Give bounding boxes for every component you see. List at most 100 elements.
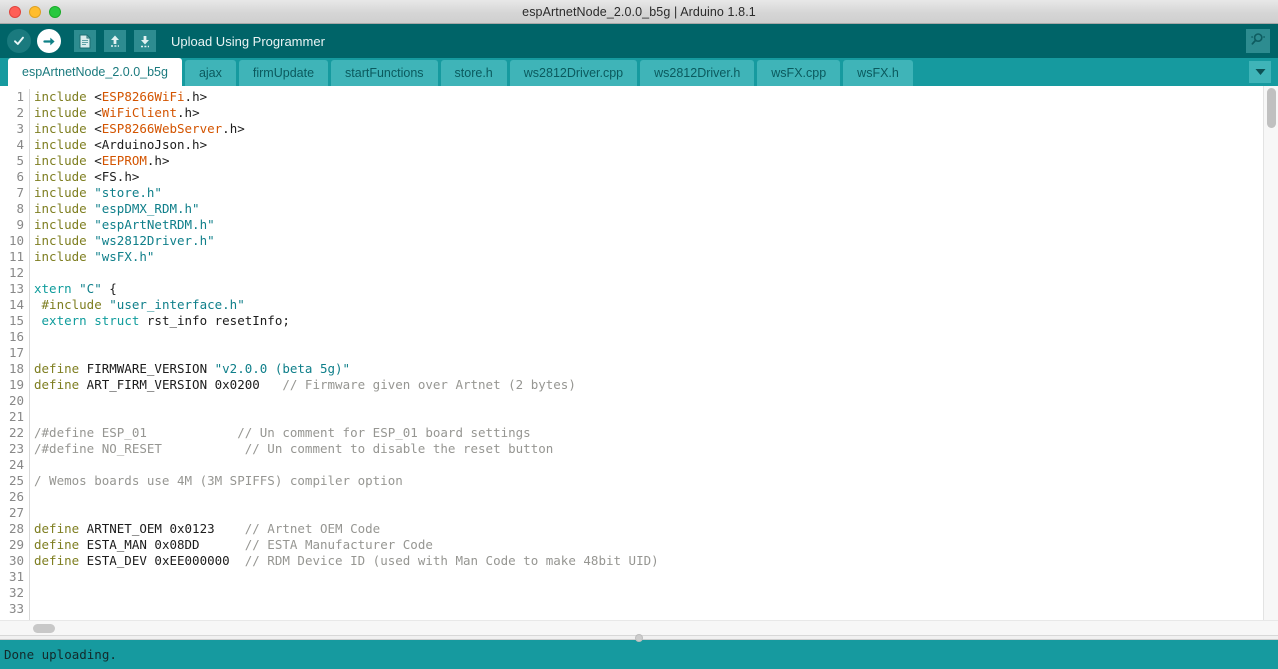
sketch-tab-ws2812driver-cpp[interactable]: ws2812Driver.cpp: [509, 60, 638, 86]
code-line[interactable]: [34, 457, 1263, 473]
code-line[interactable]: xtern "C" {: [34, 281, 1263, 297]
editor-vertical-scrollbar[interactable]: [1263, 86, 1278, 620]
window-title: espArtnetNode_2.0.0_b5g | Arduino 1.8.1: [522, 4, 756, 19]
serial-monitor-button[interactable]: [1246, 29, 1270, 53]
code-token: #include: [34, 297, 110, 312]
sketch-tab-store-h[interactable]: store.h: [440, 60, 507, 86]
code-line[interactable]: include <WiFiClient.h>: [34, 105, 1263, 121]
sketch-tab-wsfx-h[interactable]: wsFX.h: [843, 60, 913, 86]
code-token: // Firmware given over Artnet (2 bytes): [282, 377, 576, 392]
code-token: "store.h": [94, 185, 162, 200]
code-line[interactable]: [34, 409, 1263, 425]
save-down-arrow-icon: [134, 30, 156, 52]
new-sketch-button[interactable]: [71, 27, 99, 55]
horizontal-scrollbar-thumb[interactable]: [33, 624, 55, 633]
code-line[interactable]: define FIRMWARE_VERSION "v2.0.0 (beta 5g…: [34, 361, 1263, 377]
code-line[interactable]: define ESTA_MAN 0x08DD // ESTA Manufactu…: [34, 537, 1263, 553]
code-token: include: [34, 185, 95, 200]
sketch-tab-firmupdate[interactable]: firmUpdate: [238, 60, 329, 86]
code-line[interactable]: include <FS.h>: [34, 169, 1263, 185]
console-status-bar: Done uploading.: [0, 640, 1278, 669]
code-line[interactable]: include <ESP8266WebServer.h>: [34, 121, 1263, 137]
code-line[interactable]: define ARTNET_OEM 0x0123 // Artnet OEM C…: [34, 521, 1263, 537]
open-sketch-button[interactable]: [101, 27, 129, 55]
code-line[interactable]: #include "user_interface.h": [34, 297, 1263, 313]
code-line[interactable]: include "ws2812Driver.h": [34, 233, 1263, 249]
code-line[interactable]: include "espArtNetRDM.h": [34, 217, 1263, 233]
code-token: // Artnet OEM Code: [244, 521, 381, 536]
code-token: xtern: [34, 281, 80, 296]
code-line[interactable]: include "espDMX_RDM.h": [34, 201, 1263, 217]
maximize-window-button[interactable]: [49, 5, 61, 18]
code-token: define: [34, 361, 80, 376]
code-line[interactable]: define ART_FIRM_VERSION 0x0200 // Firmwa…: [34, 377, 1263, 393]
sketch-tab-bar: espArtnetNode_2.0.0_b5g ajax firmUpdate …: [0, 58, 1278, 86]
line-number: 8: [16, 201, 24, 216]
divider-grip-handle[interactable]: [635, 634, 643, 642]
code-editor[interactable]: 1 2 3 4 5 6 7 8 9 10 11 12 13 14 15 16 17 18 19 20 21 22 23 24 2…: [0, 86, 1263, 620]
editor-console-divider[interactable]: [0, 634, 1278, 642]
code-token: <: [94, 89, 102, 104]
code-line[interactable]: /#define NO_RESET // Un comment to disab…: [34, 441, 1263, 457]
code-token: define: [34, 553, 80, 568]
verify-button[interactable]: [5, 27, 33, 55]
sketch-tab-esp-artnet-node[interactable]: espArtnetNode_2.0.0_b5g: [8, 58, 182, 86]
code-token: "user_interface.h": [109, 297, 245, 312]
line-number: 2: [16, 105, 24, 120]
code-line[interactable]: / Wemos boards use 4M (3M SPIFFS) compil…: [34, 473, 1263, 489]
code-line[interactable]: /#define ESP_01 // Un comment for ESP_01…: [34, 425, 1263, 441]
code-token: include: [34, 217, 95, 232]
line-number: 16: [8, 329, 24, 344]
code-token: include: [34, 105, 95, 120]
code-line[interactable]: include <ESP8266WiFi.h>: [34, 89, 1263, 105]
minimize-window-button[interactable]: [29, 5, 41, 18]
window-controls: [0, 5, 61, 18]
sketch-tab-ws2812driver-h[interactable]: ws2812Driver.h: [640, 60, 755, 86]
code-editor-area[interactable]: 1 2 3 4 5 6 7 8 9 10 11 12 13 14 15 16 17 18 19 20 21 22 23 24 2…: [0, 86, 1278, 620]
code-line[interactable]: include "store.h": [34, 185, 1263, 201]
code-token: include: [34, 201, 95, 216]
code-token: FIRMWARE_VERSION: [79, 361, 215, 376]
code-token: ART_FIRM_VERSION 0x0200: [79, 377, 283, 392]
editor-horizontal-scrollbar[interactable]: [0, 620, 1278, 635]
code-token: define: [34, 537, 80, 552]
code-token: {: [101, 281, 117, 296]
code-line[interactable]: include <ArduinoJson.h>: [34, 137, 1263, 153]
line-number: 21: [8, 409, 24, 424]
code-line[interactable]: define ESTA_DEV 0xEE000000 // RDM Device…: [34, 553, 1263, 569]
line-number: 4: [16, 137, 24, 152]
code-line[interactable]: extern struct rst_info resetInfo;: [34, 313, 1263, 329]
code-line[interactable]: [34, 265, 1263, 281]
code-line[interactable]: [34, 505, 1263, 521]
save-sketch-button[interactable]: [131, 27, 159, 55]
source-code-text[interactable]: include <ESP8266WiFi.h> include <WiFiClie…: [30, 89, 1263, 620]
code-token: define: [34, 377, 80, 392]
code-line[interactable]: [34, 489, 1263, 505]
code-token: .h>: [222, 121, 245, 136]
code-token: include: [34, 249, 95, 264]
code-token: define: [34, 521, 80, 536]
code-line[interactable]: [34, 345, 1263, 361]
line-number: 24: [8, 457, 24, 472]
sketch-tab-ajax[interactable]: ajax: [184, 60, 236, 86]
code-line[interactable]: [34, 329, 1263, 345]
sketch-tab-wsfx-cpp[interactable]: wsFX.cpp: [757, 60, 841, 86]
sketch-tab-startfunctions[interactable]: startFunctions: [331, 60, 438, 86]
tab-list-menu-button[interactable]: [1249, 61, 1271, 83]
open-up-arrow-icon: [104, 30, 126, 52]
vertical-scrollbar-thumb[interactable]: [1267, 88, 1276, 128]
upload-button[interactable]: [35, 27, 63, 55]
line-number: 19: [8, 377, 24, 392]
code-line[interactable]: include "wsFX.h": [34, 249, 1263, 265]
line-number: 13: [8, 281, 24, 296]
code-line[interactable]: [34, 585, 1263, 601]
code-line[interactable]: include <EEPROM.h>: [34, 153, 1263, 169]
code-token: ESTA_MAN 0x08DD: [79, 537, 245, 552]
code-line[interactable]: [34, 569, 1263, 585]
code-line[interactable]: [34, 393, 1263, 409]
code-token: ARTNET_OEM 0x0123: [79, 521, 245, 536]
code-token: // Un comment to disable the reset butto…: [244, 441, 554, 456]
code-token: /#define NO_RESET: [34, 441, 245, 456]
code-line[interactable]: [34, 601, 1263, 617]
close-window-button[interactable]: [9, 5, 21, 18]
